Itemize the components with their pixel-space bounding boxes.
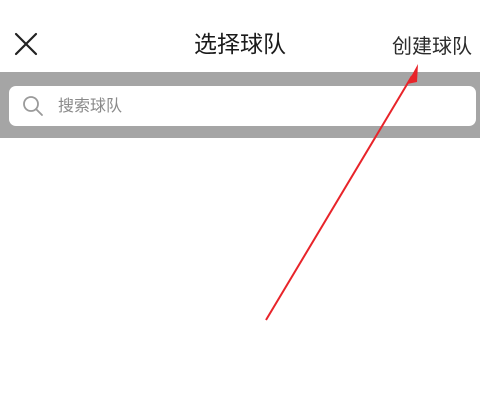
team-list-area [0,138,480,396]
select-team-screen: 选择球队 创建球队 搜索球队 [0,0,480,396]
search-placeholder: 搜索球队 [58,96,123,115]
navigation-bar: 选择球队 创建球队 [0,0,480,72]
search-bar-container: 搜索球队 [0,72,480,138]
search-input[interactable]: 搜索球队 [9,86,476,126]
create-team-button[interactable]: 创建球队 [392,31,472,61]
search-icon [23,96,43,116]
